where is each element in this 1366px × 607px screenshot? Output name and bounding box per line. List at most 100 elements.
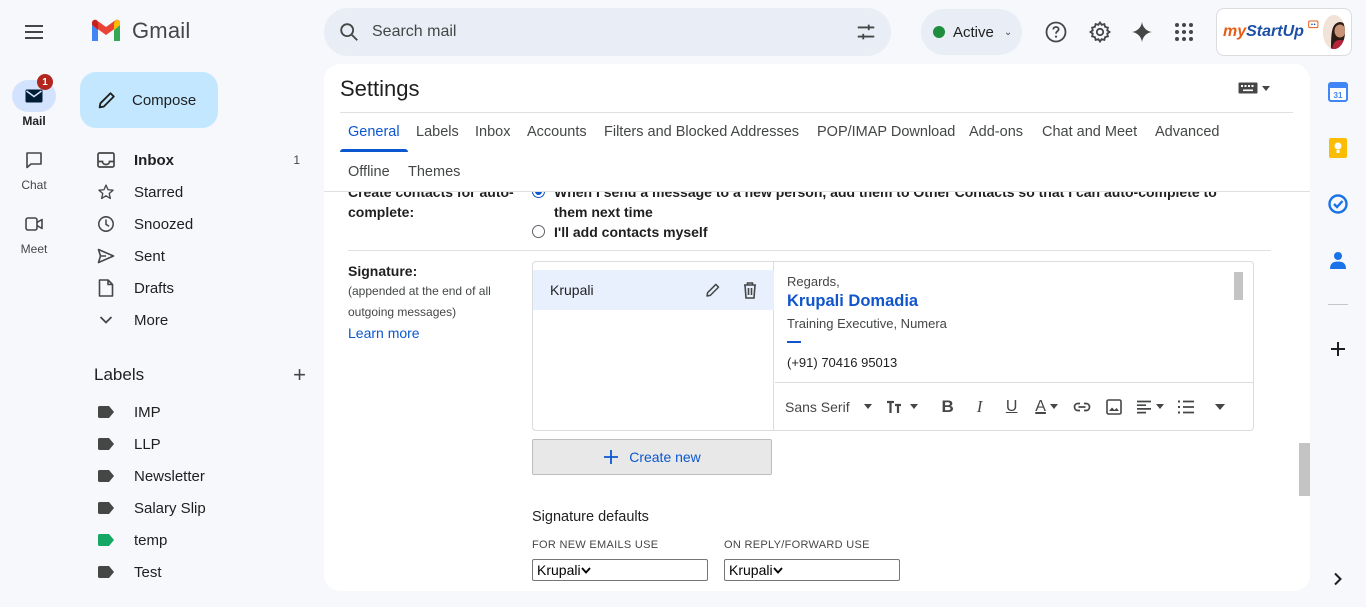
tab-inbox[interactable]: Inbox xyxy=(475,124,510,140)
font-family-select[interactable]: Sans Serif xyxy=(785,395,872,419)
tasks-icon[interactable] xyxy=(1326,192,1350,216)
show-side-panel-chevron-icon[interactable] xyxy=(1326,567,1350,591)
input-tools-button[interactable] xyxy=(1238,82,1270,94)
nav-more[interactable]: More xyxy=(80,304,312,336)
nav-starred[interactable]: Starred xyxy=(80,176,312,208)
org-logo-mark-icon xyxy=(1308,20,1319,29)
calendar-icon[interactable]: 31 xyxy=(1326,80,1350,104)
nav-label: Inbox xyxy=(134,151,174,169)
search-icon[interactable] xyxy=(338,21,360,43)
status-selector[interactable]: Active ⌄ xyxy=(921,9,1022,55)
reply-forward-caption: ON REPLY/FORWARD USE xyxy=(724,539,870,551)
tab-labels[interactable]: Labels xyxy=(416,124,459,140)
signature-note: (appended at the end of all outgoing mes… xyxy=(348,284,491,319)
label-tag-icon xyxy=(96,402,116,422)
label-item[interactable]: LLP xyxy=(80,428,312,460)
label-item[interactable]: Test xyxy=(80,556,312,588)
align-icon[interactable] xyxy=(1130,395,1170,419)
label-item[interactable]: Newsletter xyxy=(80,460,312,492)
edit-pencil-icon[interactable] xyxy=(704,281,722,299)
text-color-icon[interactable]: A xyxy=(1028,395,1066,419)
bold-icon[interactable]: B xyxy=(932,395,964,419)
label-item[interactable]: Salary Slip xyxy=(80,492,312,524)
tab-general[interactable]: General xyxy=(348,124,400,140)
insert-image-icon[interactable] xyxy=(1098,395,1130,419)
contacts-icon[interactable] xyxy=(1326,248,1350,272)
search-options-icon[interactable] xyxy=(855,21,877,43)
help-icon[interactable] xyxy=(1040,16,1072,48)
tab-offline[interactable]: Offline xyxy=(348,164,390,180)
tab-advanced[interactable]: Advanced xyxy=(1155,124,1220,140)
get-addons-plus-icon[interactable] xyxy=(1326,337,1350,361)
caret-down-icon xyxy=(1262,85,1270,91)
status-dot xyxy=(933,26,945,38)
nav-label: Drafts xyxy=(134,279,175,297)
rail-label: Meet xyxy=(20,242,48,256)
caret-down-icon xyxy=(863,404,872,409)
label-name: LLP xyxy=(134,435,161,453)
manual-contacts-radio[interactable] xyxy=(532,225,545,238)
apps-grid-icon[interactable] xyxy=(1168,16,1200,48)
new-emails-signature-select[interactable]: Krupali xyxy=(532,559,708,581)
auto-contacts-radio[interactable] xyxy=(532,192,545,198)
label-tag-icon xyxy=(96,530,116,550)
tab-accounts[interactable]: Accounts xyxy=(527,124,587,140)
rail-chat[interactable]: Chat xyxy=(0,144,68,192)
new-emails-caption: FOR NEW EMAILS USE xyxy=(532,539,659,551)
send-icon xyxy=(96,246,116,266)
svg-text:31: 31 xyxy=(1334,91,1343,100)
signature-body-editor[interactable]: Regards, Krupali Domadia Training Execut… xyxy=(775,262,1253,382)
settings-gear-icon[interactable] xyxy=(1084,16,1116,48)
italic-icon[interactable]: I xyxy=(964,395,996,419)
signature-list-item[interactable]: Krupali xyxy=(533,270,774,310)
nav-sent[interactable]: Sent xyxy=(80,240,312,272)
link-icon[interactable] xyxy=(1066,395,1098,419)
numbered-list-icon[interactable] xyxy=(1170,395,1202,419)
label-tag-icon xyxy=(96,434,116,454)
keyboard-icon xyxy=(1238,82,1258,94)
page-title: Settings xyxy=(340,76,420,101)
tab-addons[interactable]: Add-ons xyxy=(969,124,1023,140)
tab-filters[interactable]: Filters and Blocked Addresses xyxy=(604,124,799,140)
nav-drafts[interactable]: Drafts xyxy=(80,272,312,304)
gmail-logo[interactable]: Gmail xyxy=(90,18,190,44)
account-switcher[interactable]: myStartUp xyxy=(1216,8,1352,56)
nav-label: Snoozed xyxy=(134,215,194,233)
font-size-icon[interactable] xyxy=(886,395,918,419)
nav-inbox[interactable]: Inbox 1 xyxy=(80,144,312,176)
tab-chat-meet[interactable]: Chat and Meet xyxy=(1042,124,1137,140)
compose-label: Compose xyxy=(132,91,197,109)
reply-forward-signature-select[interactable]: Krupali xyxy=(724,559,900,581)
draft-icon xyxy=(96,278,116,298)
page-scrollbar[interactable] xyxy=(1299,443,1310,496)
editor-scrollbar[interactable] xyxy=(1234,272,1243,300)
underline-icon[interactable]: U xyxy=(996,395,1028,419)
create-label-icon[interactable]: + xyxy=(293,362,306,388)
inbox-icon xyxy=(96,150,116,170)
meet-icon xyxy=(12,208,56,240)
nav-snoozed[interactable]: Snoozed xyxy=(80,208,312,240)
tab-pop-imap[interactable]: POP/IMAP Download xyxy=(817,124,955,140)
rail-meet[interactable]: Meet xyxy=(0,208,68,256)
label-tag-icon xyxy=(96,562,116,582)
more-formatting-icon[interactable] xyxy=(1204,395,1236,419)
keep-icon[interactable] xyxy=(1326,136,1350,160)
compose-button[interactable]: Compose xyxy=(80,72,218,128)
trash-icon[interactable] xyxy=(742,281,758,299)
search-bar[interactable] xyxy=(324,8,891,56)
side-panel-divider xyxy=(1328,304,1348,305)
label-item[interactable]: IMP xyxy=(80,396,312,428)
learn-more-link[interactable]: Learn more xyxy=(348,325,420,341)
label-item[interactable]: temp xyxy=(80,524,312,556)
main-menu-button[interactable] xyxy=(16,16,52,48)
pencil-icon xyxy=(98,92,115,109)
signature-label: Signature: xyxy=(348,263,418,279)
avatar[interactable] xyxy=(1322,15,1345,49)
contacts-label: Create contacts for auto- complete: xyxy=(348,192,514,220)
create-new-signature-button[interactable]: Create new xyxy=(532,439,772,475)
search-input[interactable] xyxy=(372,23,855,41)
tab-themes[interactable]: Themes xyxy=(408,164,460,180)
label-tag-icon xyxy=(96,466,116,486)
rail-mail[interactable]: 1 Mail xyxy=(0,74,68,128)
gemini-sparkle-icon[interactable] xyxy=(1126,16,1158,48)
